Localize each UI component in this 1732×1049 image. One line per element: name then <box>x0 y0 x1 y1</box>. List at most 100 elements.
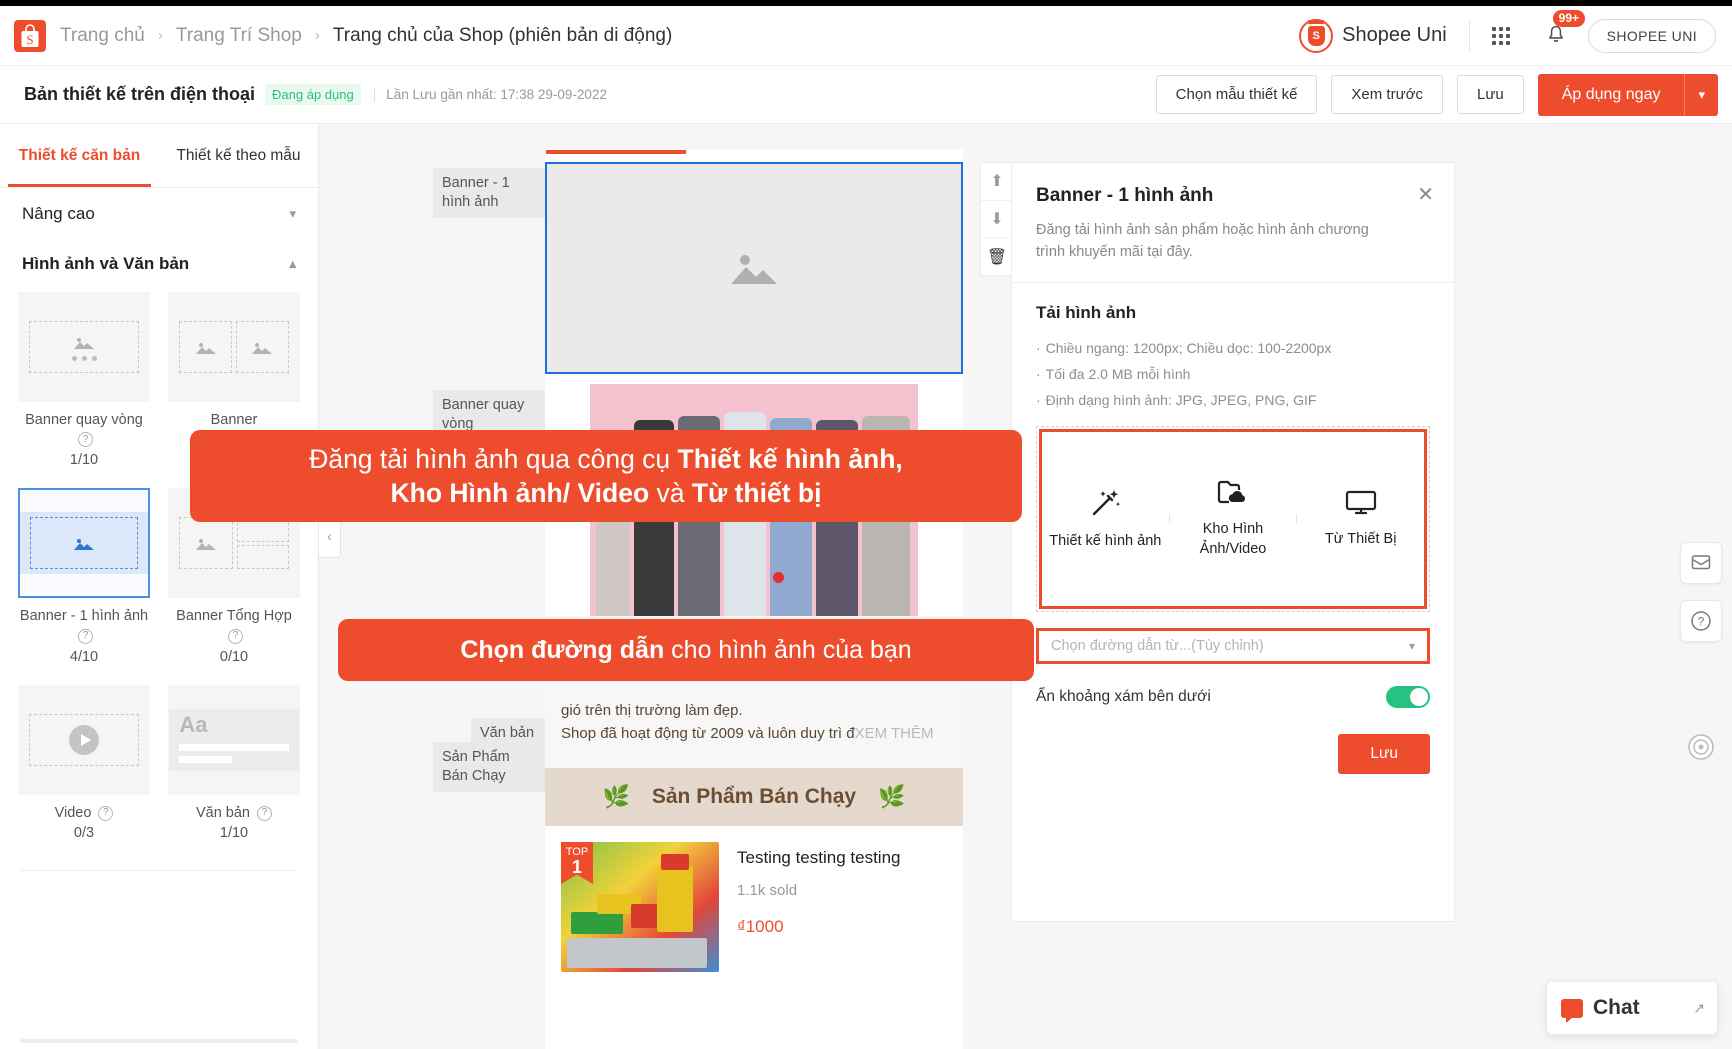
help-icon[interactable]: ? <box>78 432 93 448</box>
aa-glyph-icon: Aa <box>179 711 208 737</box>
upload-option-label: Thiết kế hình ảnh <box>1049 532 1162 549</box>
product-price: ₫1000 <box>737 917 784 936</box>
meta-divider: | <box>372 87 377 102</box>
feedback-envelope-icon <box>1691 555 1711 570</box>
see-more-link[interactable]: XEM THÊM <box>855 725 934 742</box>
toolbar-actions: Chọn mẫu thiết kế Xem trước Lưu Áp dụng … <box>1155 73 1718 116</box>
canvas-block-single-banner[interactable] <box>545 162 963 374</box>
breadcrumb-item-home[interactable]: Trang chủ <box>60 25 145 47</box>
product-sold-count: 1.1k sold <box>737 882 798 899</box>
tab-template-design[interactable]: Thiết kế theo mẫu <box>159 124 318 187</box>
svg-text:S: S <box>26 32 33 47</box>
breadcrumb-item-current: Trang chủ của Shop (phiên bản di động) <box>332 24 673 46</box>
chat-widget[interactable]: Chat ↗ <box>1546 981 1718 1035</box>
breadcrumb-item-shop-decoration[interactable]: Trang Trí Shop <box>176 25 302 47</box>
dashed-placeholder <box>29 713 139 766</box>
help-button[interactable]: ? <box>1680 600 1722 642</box>
callout1-part5: Từ thiết bị <box>691 478 822 508</box>
apply-now-group: Áp dụng ngay ▾ <box>1537 73 1718 116</box>
editor-toolbar: Bản thiết kế trên điện thoại Đang áp dụn… <box>0 66 1732 124</box>
widget-label: Banner - 1 hình ảnh ? <box>18 607 150 646</box>
properties-body: Tải hình ảnh · Chiều ngang: 1200px; Chiều… <box>1012 283 1454 774</box>
breadcrumb-separator-icon: › <box>157 27 163 44</box>
upload-dropzone[interactable]: Thiết kế hình ảnh Kho Hình Ảnh/Video Từ … <box>1039 428 1427 609</box>
hide-gray-row: Ẩn khoảng xám bên dưới <box>1036 685 1430 708</box>
canvas-block-bestseller-product[interactable]: TOP 1 Testing testing testing 1.1k sold … <box>545 826 963 1049</box>
shopee-uni-label: Shopee Uni <box>1342 24 1447 46</box>
breadcrumb-separator-icon: › <box>314 27 320 44</box>
help-icon[interactable]: ? <box>257 805 273 821</box>
constraint-text: Tối đa 2.0 MB mỗi hình <box>1045 365 1191 382</box>
widget-label: Banner quay vòng ? <box>18 411 150 450</box>
bullet-marker: · <box>1036 391 1041 408</box>
expand-icon[interactable]: ↗ <box>1693 1000 1705 1017</box>
widget-single-banner[interactable]: Banner - 1 hình ảnh ? 4/10 <box>18 488 150 666</box>
widget-label-text: Banner quay vòng <box>25 412 143 428</box>
upload-constraints-list: · Chiều ngang: 1200px; Chiều dọc: 100-220… <box>1036 336 1430 414</box>
monitor-icon <box>1345 490 1376 514</box>
widget-carousel-banner[interactable]: Banner quay vòng ? 1/10 <box>18 292 150 470</box>
apps-grid-icon[interactable] <box>1491 26 1510 45</box>
upload-option-from-device[interactable]: Từ Thiết Bị <box>1297 478 1424 559</box>
callout2-part1: Chọn đường dẫn <box>460 635 665 664</box>
cloud-folder-icon <box>1217 480 1246 504</box>
product-name: Testing testing testing <box>737 848 901 867</box>
choose-template-button[interactable]: Chọn mẫu thiết kế <box>1155 75 1318 114</box>
header-divider <box>1468 20 1470 51</box>
shopee-uni-link[interactable]: S Shopee Uni <box>1299 18 1447 53</box>
widget-text[interactable]: Aa Văn bản ? 1/10 <box>168 684 300 844</box>
widget-count: 4/10 <box>69 648 99 665</box>
properties-footer: Lưu <box>1036 733 1430 774</box>
preview-button[interactable]: Xem trước <box>1331 75 1443 114</box>
shopee-uni-seal-icon: S <box>1299 18 1334 53</box>
sidebar-section-advanced[interactable]: Nâng cao ▾ <box>0 188 318 238</box>
shop-desc-line-2: Shop đã hoạt động từ 2009 và luôn duy tr… <box>561 724 934 742</box>
apply-now-button[interactable]: Áp dụng ngay <box>1537 73 1685 116</box>
block-action-toolbar: ⬆ ⬇ 🗑 <box>980 162 1014 276</box>
image-placeholder-icon <box>74 338 94 349</box>
sidebar-section-image-text[interactable]: Hình ảnh và Văn bản ▴ <box>0 238 318 288</box>
upload-option-design-image[interactable]: Thiết kế hình ảnh <box>1042 478 1169 559</box>
help-icon[interactable]: ? <box>78 628 93 644</box>
tab-basic-design[interactable]: Thiết kế căn bản <box>0 124 159 187</box>
arrow-up-icon[interactable]: ⬆ <box>981 163 1013 201</box>
play-icon <box>69 724 99 755</box>
properties-save-button[interactable]: Lưu <box>1338 733 1430 774</box>
help-icon[interactable]: ? <box>98 805 114 821</box>
image-link-select[interactable]: Chọn đường dẫn từ...(Tùy chỉnh) ▾ <box>1036 627 1430 664</box>
shop-desc-line-1: gió trên thị trường làm đẹp. <box>561 702 743 719</box>
callout1-part4: và <box>649 478 692 508</box>
product-info: Testing testing testing 1.1k sold ₫1000 <box>719 826 900 1049</box>
callout1-part1: Đăng tải hình ảnh qua công cụ <box>309 443 678 474</box>
widget-count: 1/10 <box>69 452 99 469</box>
widget-thumb <box>18 684 150 795</box>
widget-label-text: Banner Tổng Hợp <box>176 608 292 625</box>
shopee-logo-icon[interactable]: S <box>14 19 46 52</box>
notifications-button[interactable]: 99+ <box>1544 10 1585 51</box>
sidebar-section-advanced-label: Nâng cao <box>22 204 95 223</box>
close-icon[interactable]: ✕ <box>1417 185 1434 205</box>
spiral-widget-button[interactable] <box>1680 726 1722 768</box>
help-icon[interactable]: ? <box>228 628 243 644</box>
magic-wand-icon <box>1093 489 1121 516</box>
trash-icon[interactable]: 🗑 <box>981 238 1013 275</box>
feedback-button[interactable] <box>1680 542 1722 584</box>
widget-video[interactable]: Video ? 0/3 <box>18 684 150 844</box>
properties-panel: Banner - 1 hình ảnh ✕ Đăng tải hình ảnh … <box>1011 162 1455 922</box>
hide-gray-toggle[interactable] <box>1386 685 1430 708</box>
upload-option-media-library[interactable]: Kho Hình Ảnh/Video <box>1170 478 1297 559</box>
phone-accent-bar <box>546 150 686 154</box>
apply-now-caret-icon[interactable]: ▾ <box>1684 73 1718 116</box>
carousel-active-dot <box>773 572 784 583</box>
save-draft-button[interactable]: Lưu <box>1456 75 1524 114</box>
widget-label: Banner Tổng Hợp ? <box>168 607 300 646</box>
widget-label: Video ? <box>18 804 150 824</box>
dashed-placeholder <box>179 321 289 373</box>
account-menu-button[interactable]: SHOPEE UNI <box>1587 18 1716 53</box>
image-placeholder-icon <box>252 342 273 354</box>
callout1-part3: Kho Hình ảnh/ Video <box>390 478 650 508</box>
sidebar-hscrollbar[interactable] <box>20 1039 298 1043</box>
arrow-down-icon[interactable]: ⬇ <box>981 201 1013 239</box>
widget-count: 0/3 <box>73 825 95 842</box>
constraint-item: · Tối đa 2.0 MB mỗi hình <box>1036 362 1430 388</box>
